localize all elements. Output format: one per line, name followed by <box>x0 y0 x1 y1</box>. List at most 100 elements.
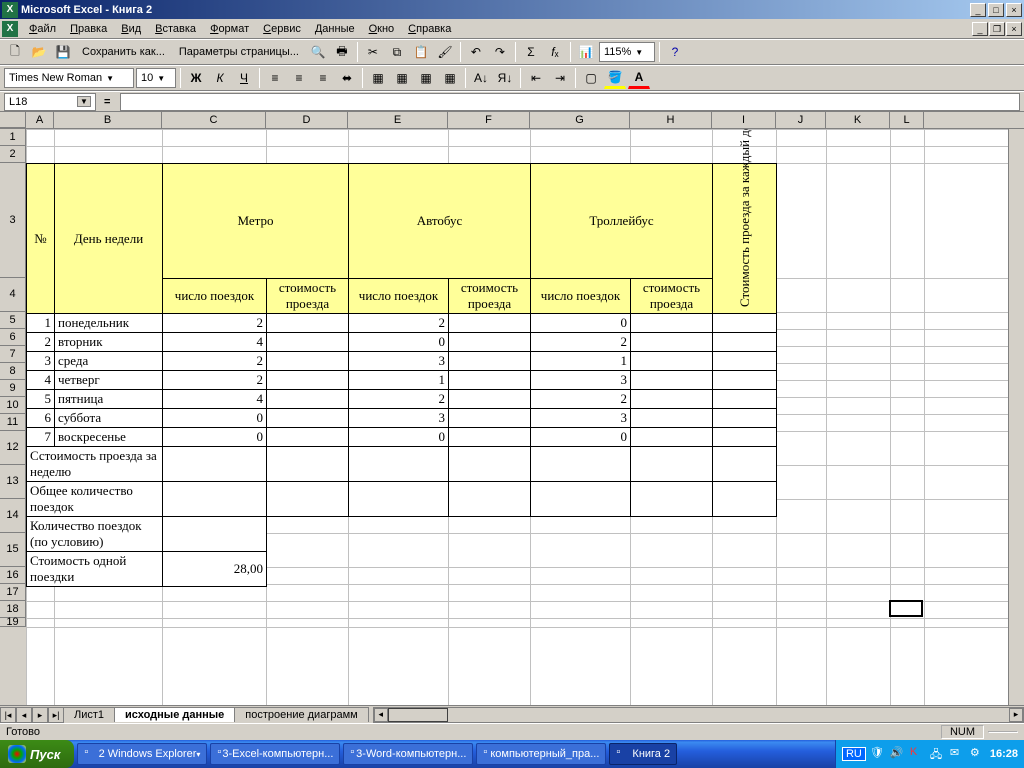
undo-button[interactable]: ↶ <box>465 41 487 63</box>
tray-set-icon[interactable]: ⚙ <box>970 746 986 762</box>
tray-clock[interactable]: 16:28 <box>990 748 1018 760</box>
tab-prev-button[interactable]: ◂ <box>16 707 32 723</box>
indent-inc-button[interactable]: ⇥ <box>549 67 571 89</box>
start-button[interactable]: Пуск <box>0 740 74 768</box>
tray-shield-icon[interactable]: 🛡 <box>870 746 886 762</box>
col-header-C[interactable]: C <box>162 112 266 128</box>
doc-restore-button[interactable]: ❐ <box>989 22 1005 36</box>
print-preview-button[interactable]: 🔍 <box>307 41 329 63</box>
vertical-scrollbar[interactable] <box>1008 129 1024 705</box>
row-header-2[interactable]: 2 <box>0 146 26 163</box>
tab-first-button[interactable]: |◂ <box>0 707 16 723</box>
italic-button[interactable]: К <box>209 67 231 89</box>
col-header-D[interactable]: D <box>266 112 348 128</box>
tray-net-icon[interactable]: 🖧 <box>930 746 946 762</box>
horizontal-scrollbar[interactable]: ◂▸ <box>373 707 1024 723</box>
fontsize-combo[interactable]: 10▼ <box>136 68 176 88</box>
borders4-button[interactable]: ▦ <box>439 67 461 89</box>
borders-button[interactable]: ▦ <box>367 67 389 89</box>
row-header-19[interactable]: 19 <box>0 618 26 627</box>
select-all-corner[interactable] <box>0 112 26 128</box>
col-header-B[interactable]: B <box>54 112 162 128</box>
copy-button[interactable]: ⧉ <box>386 41 408 63</box>
tab-next-button[interactable]: ▸ <box>32 707 48 723</box>
cells-area[interactable]: №День неделиМетроАвтобусТроллейбусСтоимо… <box>26 129 1008 705</box>
maximize-button[interactable]: □ <box>988 3 1004 17</box>
row-header-13[interactable]: 13 <box>0 465 26 499</box>
sheet-tab-2[interactable]: исходные данные <box>114 707 235 722</box>
data-table[interactable]: №День неделиМетроАвтобусТроллейбусСтоимо… <box>26 163 777 587</box>
taskbar-item[interactable]: ▫ компьютерный_пра... <box>476 743 606 765</box>
lang-indicator[interactable]: RU <box>842 747 866 761</box>
col-header-I[interactable]: I <box>712 112 776 128</box>
doc-minimize-button[interactable]: _ <box>972 22 988 36</box>
format-painter-button[interactable]: 🖌 <box>434 41 456 63</box>
autosum-button[interactable]: Σ <box>520 41 542 63</box>
col-header-L[interactable]: L <box>890 112 924 128</box>
col-header-H[interactable]: H <box>630 112 712 128</box>
close-button[interactable]: × <box>1006 3 1022 17</box>
row-header-9[interactable]: 9 <box>0 380 26 397</box>
outside-border-button[interactable]: ▢ <box>580 67 602 89</box>
row-headers[interactable]: 12345678910111213141516171819 <box>0 129 26 705</box>
zoom-combo[interactable]: 115%▼ <box>599 42 655 62</box>
taskbar-item[interactable]: ▫ Книга 2 <box>609 743 677 765</box>
paste-button[interactable]: 📋 <box>410 41 432 63</box>
font-combo[interactable]: Times New Roman▼ <box>4 68 134 88</box>
formula-bar[interactable] <box>120 93 1020 111</box>
align-right-button[interactable]: ≡ <box>312 67 334 89</box>
font-color-button[interactable]: A <box>628 67 650 89</box>
function-button[interactable]: fₓ <box>544 41 566 63</box>
merge-button[interactable]: ⬌ <box>336 67 358 89</box>
print-button[interactable]: 🖶 <box>331 41 353 63</box>
tab-last-button[interactable]: ▸| <box>48 707 64 723</box>
col-header-A[interactable]: A <box>26 112 54 128</box>
column-headers[interactable]: ABCDEFGHIJKL <box>0 112 1024 129</box>
align-center-button[interactable]: ≡ <box>288 67 310 89</box>
menu-view[interactable]: Вид <box>114 21 148 37</box>
row-header-8[interactable]: 8 <box>0 363 26 380</box>
menu-file[interactable]: Файл <box>22 21 63 37</box>
underline-button[interactable]: Ч <box>233 67 255 89</box>
saveas-button[interactable]: Сохранить как... <box>76 44 171 60</box>
spreadsheet-grid[interactable]: ABCDEFGHIJKL 123456789101112131415161718… <box>0 112 1024 705</box>
row-header-16[interactable]: 16 <box>0 567 26 584</box>
col-header-F[interactable]: F <box>448 112 530 128</box>
system-tray[interactable]: RU 🛡 🔊 K 🖧 ✉ ⚙ 16:28 <box>835 740 1024 768</box>
sort-desc-button[interactable]: Я↓ <box>494 67 516 89</box>
col-header-K[interactable]: K <box>826 112 890 128</box>
borders2-button[interactable]: ▦ <box>391 67 413 89</box>
taskbar-item[interactable]: ▫ 3-Word-компьютерн... <box>343 743 473 765</box>
sheet-tab-3[interactable]: построение диаграмм <box>234 707 368 722</box>
doc-close-button[interactable]: × <box>1006 22 1022 36</box>
row-header-4[interactable]: 4 <box>0 278 26 312</box>
taskbar-item[interactable]: ▫ 2 Windows Explorer ▾ <box>77 743 207 765</box>
row-header-14[interactable]: 14 <box>0 499 26 533</box>
pagesetup-button[interactable]: Параметры страницы... <box>173 44 305 60</box>
col-header-E[interactable]: E <box>348 112 448 128</box>
row-header-11[interactable]: 11 <box>0 414 26 431</box>
row-header-5[interactable]: 5 <box>0 312 26 329</box>
col-header-J[interactable]: J <box>776 112 826 128</box>
tray-av-icon[interactable]: K <box>910 746 926 762</box>
menu-data[interactable]: Данные <box>308 21 362 37</box>
align-left-button[interactable]: ≡ <box>264 67 286 89</box>
sheet-tab-1[interactable]: Лист1 <box>63 707 115 722</box>
cut-button[interactable]: ✂ <box>362 41 384 63</box>
sort-asc-button[interactable]: A↓ <box>470 67 492 89</box>
fill-color-button[interactable]: 🪣 <box>604 67 626 89</box>
help-button[interactable]: ? <box>664 41 686 63</box>
tray-msg-icon[interactable]: ✉ <box>950 746 966 762</box>
row-header-17[interactable]: 17 <box>0 584 26 601</box>
menu-edit[interactable]: Правка <box>63 21 114 37</box>
save-button[interactable]: 💾 <box>52 41 74 63</box>
menu-help[interactable]: Справка <box>401 21 458 37</box>
row-header-1[interactable]: 1 <box>0 129 26 146</box>
row-header-7[interactable]: 7 <box>0 346 26 363</box>
menu-format[interactable]: Формат <box>203 21 256 37</box>
row-header-12[interactable]: 12 <box>0 431 26 465</box>
bold-button[interactable]: Ж <box>185 67 207 89</box>
tray-sound-icon[interactable]: 🔊 <box>890 746 906 762</box>
minimize-button[interactable]: _ <box>970 3 986 17</box>
menu-window[interactable]: Окно <box>362 21 402 37</box>
